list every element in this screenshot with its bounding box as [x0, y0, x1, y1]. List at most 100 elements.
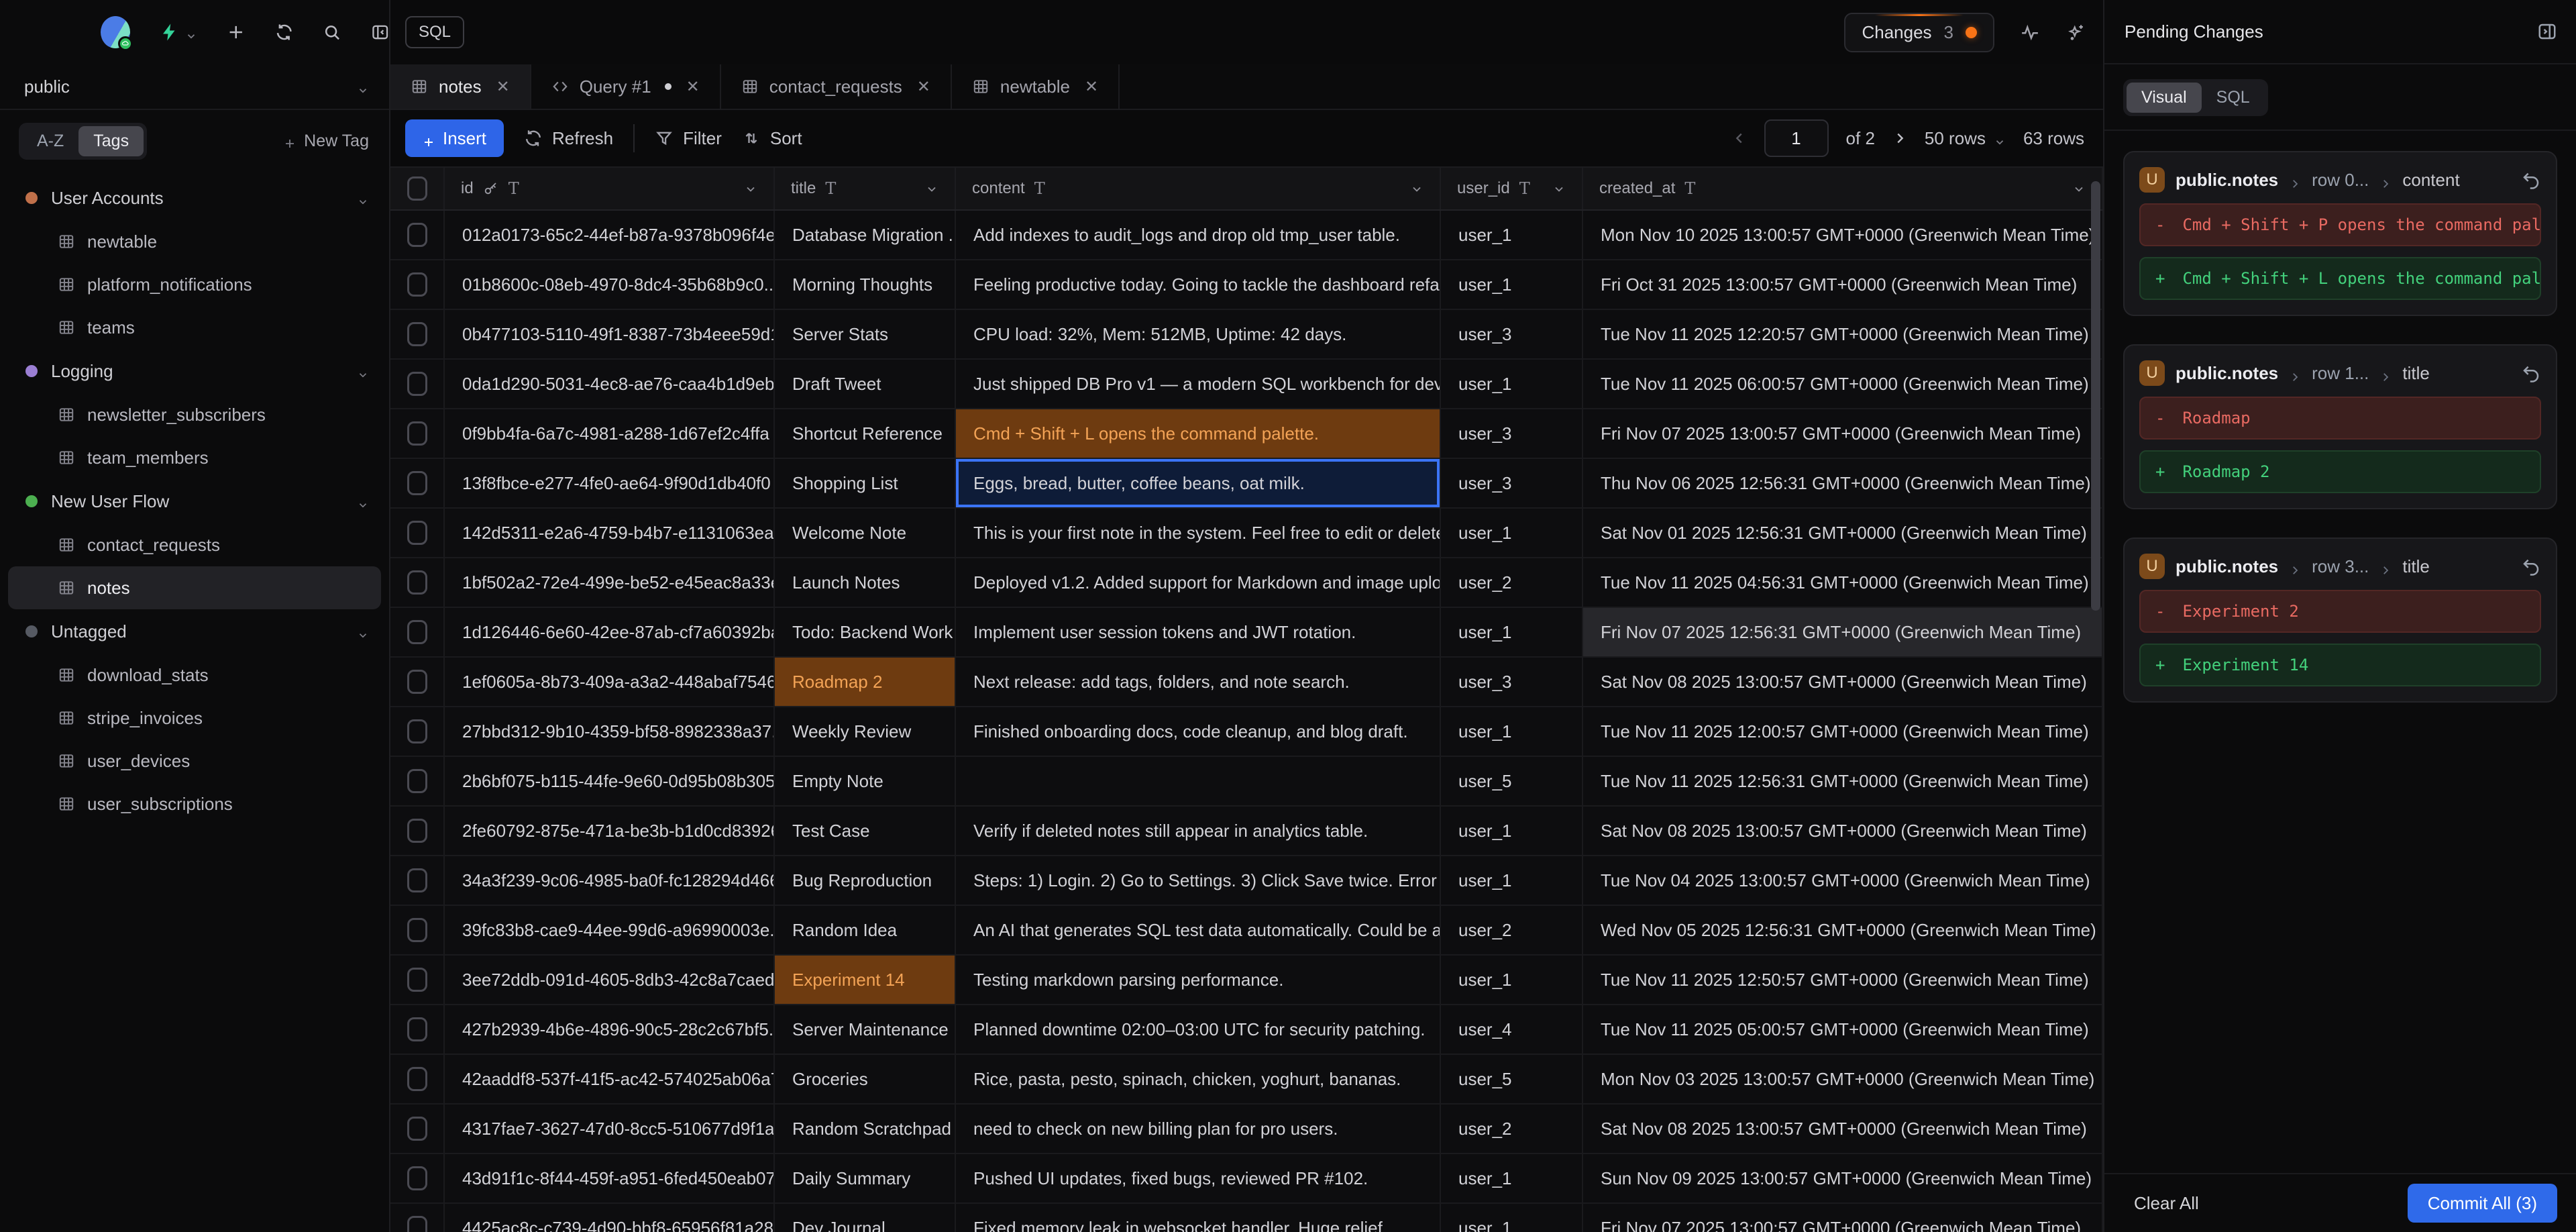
sidebar-item-user_devices[interactable]: user_devices: [8, 739, 381, 782]
row-checkbox[interactable]: [390, 558, 445, 607]
cell-title[interactable]: Daily Summary: [775, 1154, 956, 1202]
cell-title[interactable]: Shortcut Reference: [775, 409, 956, 458]
cell-user[interactable]: user_1: [1441, 1204, 1583, 1232]
row-checkbox[interactable]: [390, 658, 445, 706]
schema-selector[interactable]: public: [0, 64, 389, 110]
row-checkbox[interactable]: [390, 459, 445, 507]
select-all-checkbox[interactable]: [390, 168, 445, 209]
cell-content[interactable]: CPU load: 32%, Mem: 512MB, Uptime: 42 da…: [956, 310, 1441, 358]
cell-title[interactable]: Launch Notes: [775, 558, 956, 607]
row-checkbox[interactable]: [390, 211, 445, 259]
commit-all-button[interactable]: Commit All (3): [2408, 1184, 2557, 1223]
cell-content[interactable]: Next release: add tags, folders, and not…: [956, 658, 1441, 706]
page-number-input[interactable]: 1: [1764, 119, 1829, 157]
cell-created[interactable]: Mon Nov 10 2025 13:00:57 GMT+0000 (Green…: [1583, 211, 2103, 259]
sidebar-item-newtable[interactable]: newtable: [8, 220, 381, 263]
cell-user[interactable]: user_4: [1441, 1005, 1583, 1054]
close-tab-icon[interactable]: ✕: [496, 77, 510, 97]
cell-id[interactable]: 427b2939-4b6e-4896-90c5-28c2c67bf5...: [445, 1005, 775, 1054]
cell-user[interactable]: user_1: [1441, 1154, 1583, 1202]
column-header-title[interactable]: titleT: [775, 168, 956, 209]
row-checkbox[interactable]: [390, 1105, 445, 1153]
sort-button[interactable]: Sort: [742, 128, 802, 149]
cell-user[interactable]: user_3: [1441, 658, 1583, 706]
cell-content[interactable]: Add indexes to audit_logs and drop old t…: [956, 211, 1441, 259]
sidebar-item-stripe_invoices[interactable]: stripe_invoices: [8, 697, 381, 739]
cell-id[interactable]: 0b477103-5110-49f1-8387-73b4eee59d1f: [445, 310, 775, 358]
cell-id[interactable]: 1ef0605a-8b73-409a-a3a2-448abaf75469: [445, 658, 775, 706]
cell-created[interactable]: Wed Nov 05 2025 12:56:31 GMT+0000 (Green…: [1583, 906, 2103, 954]
tag-group-header[interactable]: New User Flow: [8, 479, 381, 523]
cell-id[interactable]: 2b6bf075-b115-44fe-9e60-0d95b08b3059: [445, 757, 775, 805]
cell-content[interactable]: Eggs, bread, butter, coffee beans, oat m…: [956, 459, 1441, 507]
cell-title[interactable]: Database Migration ...: [775, 211, 956, 259]
cell-id[interactable]: 01b8600c-08eb-4970-8dc4-35b68b9c0...: [445, 260, 775, 309]
refresh-button[interactable]: Refresh: [524, 128, 613, 149]
cell-user[interactable]: user_1: [1441, 807, 1583, 855]
cell-created[interactable]: Sat Nov 01 2025 12:56:31 GMT+0000 (Green…: [1583, 509, 2103, 557]
sidebar-item-team_members[interactable]: team_members: [8, 436, 381, 479]
cell-user[interactable]: user_1: [1441, 360, 1583, 408]
refresh-schema-button[interactable]: [275, 22, 294, 42]
cell-user[interactable]: user_1: [1441, 260, 1583, 309]
cell-content[interactable]: Implement user session tokens and JWT ro…: [956, 608, 1441, 656]
sidebar-item-contact_requests[interactable]: contact_requests: [8, 523, 381, 566]
cell-title[interactable]: Experiment 14: [775, 956, 956, 1004]
cell-created[interactable]: Mon Nov 03 2025 13:00:57 GMT+0000 (Green…: [1583, 1055, 2103, 1103]
cell-user[interactable]: user_3: [1441, 459, 1583, 507]
cell-content[interactable]: need to check on new billing plan for pr…: [956, 1105, 1441, 1153]
cell-created[interactable]: Sat Nov 08 2025 13:00:57 GMT+0000 (Green…: [1583, 658, 2103, 706]
cell-content[interactable]: Deployed v1.2. Added support for Markdow…: [956, 558, 1441, 607]
cell-user[interactable]: user_5: [1441, 1055, 1583, 1103]
collapse-panel-icon[interactable]: [2537, 21, 2557, 42]
tab-newtable[interactable]: newtable✕: [952, 64, 1120, 109]
view-visual-tab[interactable]: Visual: [2127, 83, 2202, 113]
row-checkbox[interactable]: [390, 260, 445, 309]
cell-created[interactable]: Fri Nov 07 2025 13:00:57 GMT+0000 (Green…: [1583, 1204, 2103, 1232]
cell-id[interactable]: 13f8fbce-e277-4fe0-ae64-9f90d1db40f0: [445, 459, 775, 507]
cell-created[interactable]: Fri Nov 07 2025 13:00:57 GMT+0000 (Green…: [1583, 409, 2103, 458]
cell-content[interactable]: Pushed UI updates, fixed bugs, reviewed …: [956, 1154, 1441, 1202]
cell-content[interactable]: Steps: 1) Login. 2) Go to Settings. 3) C…: [956, 856, 1441, 905]
cell-content[interactable]: Planned downtime 02:00–03:00 UTC for sec…: [956, 1005, 1441, 1054]
cell-user[interactable]: user_5: [1441, 757, 1583, 805]
cell-created[interactable]: Sun Nov 09 2025 13:00:57 GMT+0000 (Green…: [1583, 1154, 2103, 1202]
cell-title[interactable]: Shopping List: [775, 459, 956, 507]
column-header-id[interactable]: idT: [445, 168, 775, 209]
cell-id[interactable]: 39fc83b8-cae9-44ee-99d6-a96990003e...: [445, 906, 775, 954]
cell-user[interactable]: user_2: [1441, 558, 1583, 607]
cell-content[interactable]: Verify if deleted notes still appear in …: [956, 807, 1441, 855]
cell-id[interactable]: 3ee72ddb-091d-4605-8db3-42c8a7caed...: [445, 956, 775, 1004]
cell-user[interactable]: user_1: [1441, 707, 1583, 756]
cell-created[interactable]: Sat Nov 08 2025 13:00:57 GMT+0000 (Green…: [1583, 1105, 2103, 1153]
row-checkbox[interactable]: [390, 1005, 445, 1054]
activity-icon[interactable]: [2020, 22, 2040, 42]
cell-created[interactable]: Thu Nov 06 2025 12:56:31 GMT+0000 (Green…: [1583, 459, 2103, 507]
column-header-user[interactable]: user_idT: [1441, 168, 1583, 209]
cell-created[interactable]: Tue Nov 11 2025 12:56:31 GMT+0000 (Green…: [1583, 757, 2103, 805]
cell-title[interactable]: Morning Thoughts: [775, 260, 956, 309]
tag-group-header[interactable]: Logging: [8, 349, 381, 393]
vertical-scrollbar[interactable]: [2091, 168, 2100, 1232]
cell-id[interactable]: 43d91f1c-8f44-459f-a951-6fed450eab07: [445, 1154, 775, 1202]
cell-id[interactable]: 1d126446-6e60-42ee-87ab-cf7a60392ba9: [445, 608, 775, 656]
row-checkbox[interactable]: [390, 1204, 445, 1232]
cell-title[interactable]: Draft Tweet: [775, 360, 956, 408]
cell-created[interactable]: Sat Nov 08 2025 13:00:57 GMT+0000 (Green…: [1583, 807, 2103, 855]
tab-query-1[interactable]: Query #1✕: [531, 64, 721, 109]
cell-title[interactable]: Groceries: [775, 1055, 956, 1103]
cell-title[interactable]: Test Case: [775, 807, 956, 855]
row-checkbox[interactable]: [390, 856, 445, 905]
prev-page-button[interactable]: [1732, 131, 1747, 146]
tab-contact-requests[interactable]: contact_requests✕: [721, 64, 952, 109]
cell-id[interactable]: 0da1d290-5031-4ec8-ae76-caa4b1d9eb6b: [445, 360, 775, 408]
cell-created[interactable]: Tue Nov 11 2025 06:00:57 GMT+0000 (Green…: [1583, 360, 2103, 408]
collapse-sidebar-button[interactable]: [371, 22, 390, 42]
cell-content[interactable]: Cmd + Shift + L opens the command palett…: [956, 409, 1441, 458]
cell-user[interactable]: user_1: [1441, 211, 1583, 259]
row-checkbox[interactable]: [390, 310, 445, 358]
tag-group-header[interactable]: Untagged: [8, 609, 381, 654]
cell-content[interactable]: An AI that generates SQL test data autom…: [956, 906, 1441, 954]
sidebar-item-download_stats[interactable]: download_stats: [8, 654, 381, 697]
cell-id[interactable]: 34a3f239-9c06-4985-ba0f-fc128294d466: [445, 856, 775, 905]
